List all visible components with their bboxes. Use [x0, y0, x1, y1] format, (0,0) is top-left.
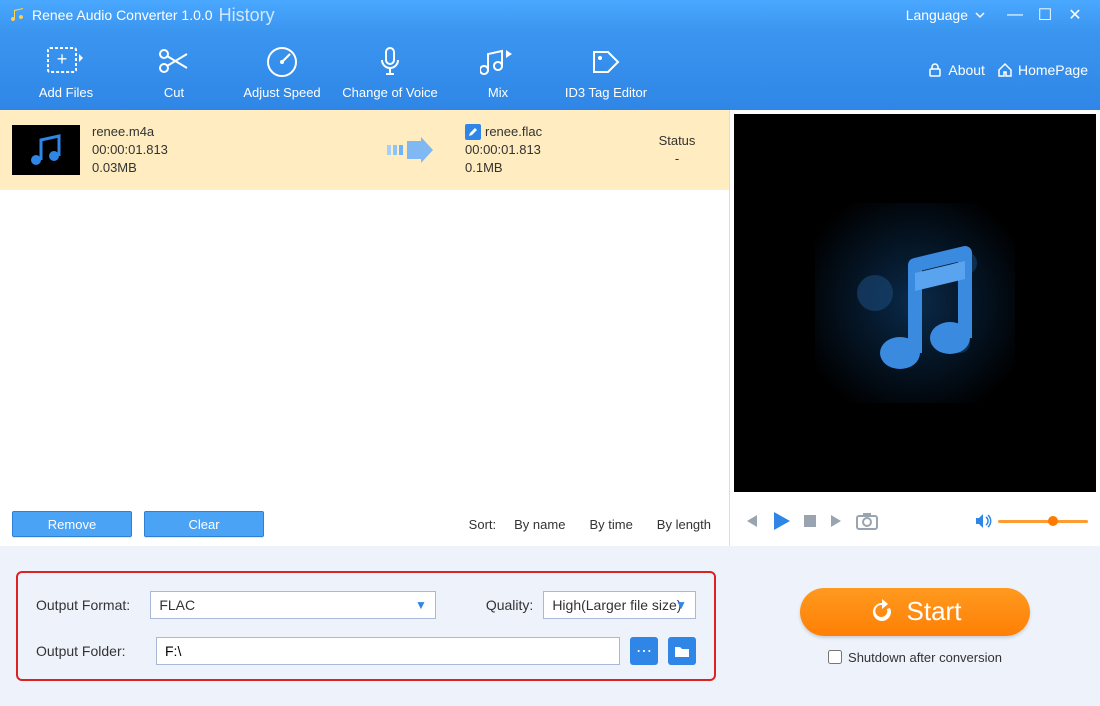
output-duration: 00:00:01.813	[465, 141, 625, 159]
output-settings-box: Output Format: FLAC ▼ Quality: High(Larg…	[16, 571, 716, 681]
shutdown-checkbox[interactable]: Shutdown after conversion	[828, 650, 1002, 665]
input-duration: 00:00:01.813	[92, 141, 292, 159]
tag-icon	[588, 41, 624, 81]
output-size: 0.1MB	[465, 159, 625, 177]
output-folder-label: Output Folder:	[36, 643, 146, 659]
arrow-icon	[312, 135, 445, 165]
file-thumbnail	[12, 125, 80, 175]
app-title: Renee Audio Converter 1.0.0	[32, 7, 213, 23]
language-button[interactable]: Language	[892, 7, 1000, 23]
sort-by-time[interactable]: By time	[583, 517, 638, 532]
sort-by-name[interactable]: By name	[508, 517, 571, 532]
status-value: -	[637, 150, 717, 168]
more-button[interactable]: ⋯	[630, 637, 658, 665]
volume-slider[interactable]	[998, 520, 1088, 523]
prev-button[interactable]	[742, 512, 760, 530]
volume-icon[interactable]	[974, 512, 992, 530]
homepage-link[interactable]: HomePage	[997, 62, 1088, 78]
mix-button[interactable]: Mix	[444, 41, 552, 100]
history-link[interactable]: History	[219, 5, 275, 26]
refresh-icon	[869, 599, 895, 625]
gauge-icon	[264, 41, 300, 81]
adjust-speed-button[interactable]: Adjust Speed	[228, 41, 336, 100]
mix-icon	[480, 41, 516, 81]
output-folder-input[interactable]	[156, 637, 620, 665]
next-button[interactable]	[828, 512, 846, 530]
language-label: Language	[906, 7, 968, 23]
lock-icon	[927, 62, 943, 78]
output-format-select[interactable]: FLAC ▼	[150, 591, 436, 619]
chevron-down-icon: ▼	[415, 598, 427, 612]
output-filename: renee.flac	[485, 123, 542, 141]
folder-icon	[674, 644, 690, 658]
quality-label: Quality:	[486, 597, 533, 613]
chevron-down-icon	[974, 9, 986, 21]
home-icon	[997, 62, 1013, 78]
about-link[interactable]: About	[927, 62, 985, 78]
svg-text:+: +	[57, 49, 68, 69]
output-format-label: Output Format:	[36, 597, 140, 613]
microphone-icon	[372, 41, 408, 81]
snapshot-button[interactable]	[856, 512, 878, 530]
app-logo-icon	[10, 7, 26, 23]
maximize-button[interactable]: ☐	[1030, 5, 1060, 25]
change-voice-button[interactable]: Change of Voice	[336, 41, 444, 100]
minimize-button[interactable]: —	[1000, 6, 1030, 24]
file-row[interactable]: renee.m4a 00:00:01.813 0.03MB renee.flac…	[0, 110, 729, 190]
scissors-icon	[156, 41, 192, 81]
edit-icon[interactable]	[465, 124, 481, 140]
browse-folder-button[interactable]	[668, 637, 696, 665]
add-files-button[interactable]: + Add Files	[12, 41, 120, 100]
input-size: 0.03MB	[92, 159, 292, 177]
sort-by-length[interactable]: By length	[651, 517, 717, 532]
chevron-down-icon: ▼	[675, 598, 687, 612]
quality-select[interactable]: High(Larger file size) ▼	[543, 591, 696, 619]
preview-area	[734, 114, 1096, 492]
status-header: Status	[637, 132, 717, 150]
close-button[interactable]: ✕	[1060, 5, 1090, 25]
clear-button[interactable]: Clear	[144, 511, 264, 537]
input-filename: renee.m4a	[92, 123, 292, 141]
remove-button[interactable]: Remove	[12, 511, 132, 537]
id3-tag-button[interactable]: ID3 Tag Editor	[552, 41, 660, 100]
sort-label: Sort:	[469, 517, 496, 532]
cut-button[interactable]: Cut	[120, 41, 228, 100]
start-button[interactable]: Start	[800, 588, 1030, 636]
play-button[interactable]	[770, 510, 792, 532]
add-files-icon: +	[46, 41, 86, 81]
stop-button[interactable]	[802, 513, 818, 529]
